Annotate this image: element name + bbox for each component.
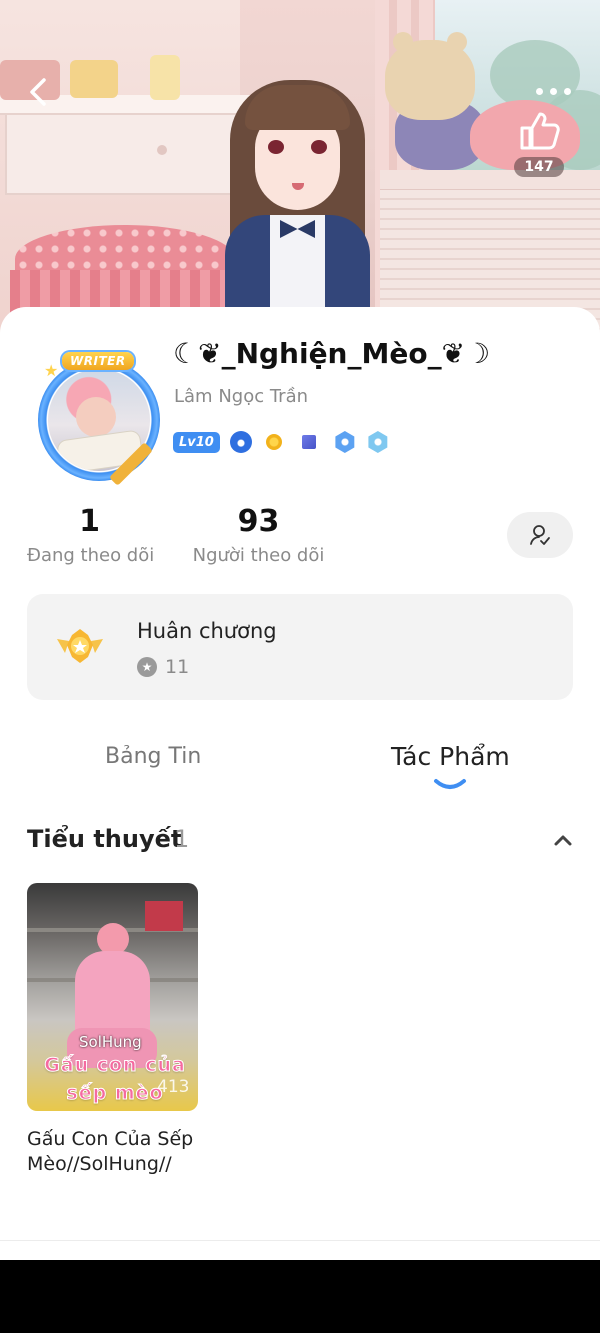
like-count: 147 xyxy=(514,157,564,177)
cover-dresser xyxy=(5,115,245,195)
divider xyxy=(0,1240,600,1241)
more-options-button[interactable] xyxy=(532,78,576,104)
cover-gift-box xyxy=(70,60,118,98)
active-tab-indicator xyxy=(434,779,466,789)
back-button[interactable] xyxy=(22,72,56,112)
star-circle-icon: ★ xyxy=(137,657,157,677)
drop-badge-icon[interactable] xyxy=(229,431,252,453)
section-title: Tiểu thuyết xyxy=(27,825,183,853)
dot-icon xyxy=(536,88,543,95)
section-count: 1 xyxy=(174,825,190,853)
writer-badge: WRITER xyxy=(62,352,134,370)
user-avatar[interactable]: ★ WRITER xyxy=(30,347,165,486)
level-badge[interactable]: Lv10 xyxy=(173,431,220,453)
cover-watermark: SolHung xyxy=(79,1033,142,1051)
dot-icon xyxy=(564,88,571,95)
following-count: 1 xyxy=(79,504,100,539)
followers-count: 93 xyxy=(237,504,280,539)
profile-card: ★ WRITER ☾❦_Nghiện_Mèo_❦☽ Lâm Ngọc Trần … xyxy=(0,307,600,1240)
dot-icon xyxy=(550,88,557,95)
cover-teddy-bear xyxy=(385,32,475,120)
book-title[interactable]: Gấu Con Của Sếp Mèo//SolHung// xyxy=(27,1127,227,1177)
real-name: Lâm Ngọc Trần xyxy=(174,386,309,407)
tab-works[interactable]: Tác Phẩm xyxy=(391,742,510,771)
follow-button[interactable] xyxy=(507,512,573,558)
chevron-left-icon xyxy=(30,78,46,106)
following-label: Đang theo dõi xyxy=(27,545,155,566)
medals-count-row: ★ 11 xyxy=(137,656,189,678)
badge-row: Lv10 xyxy=(173,431,400,453)
tab-feed[interactable]: Bảng Tin xyxy=(105,744,201,769)
followers-label: Người theo dõi xyxy=(192,545,325,566)
followers-stat[interactable]: 93 Người theo dõi xyxy=(192,504,325,567)
following-stat[interactable]: 1 Đang theo dõi xyxy=(27,504,155,567)
bottom-spacer xyxy=(0,1240,600,1260)
medals-count: 11 xyxy=(165,656,190,678)
like-button[interactable]: 147 xyxy=(510,108,568,183)
flag-badge-icon[interactable] xyxy=(301,435,316,449)
avatar-character xyxy=(215,70,380,340)
book-views: 413 xyxy=(157,1077,190,1097)
cover-brush-cup xyxy=(150,55,180,100)
coin-badge-icon[interactable] xyxy=(265,434,282,450)
hexagon-badge-icon[interactable] xyxy=(335,431,355,453)
star-icon: ★ xyxy=(44,361,59,380)
book-cover[interactable]: SolHung Gấu con của sếp mèo 413 xyxy=(27,883,198,1111)
system-nav-bar xyxy=(0,1260,600,1333)
medals-title: Huân chương xyxy=(137,619,277,643)
medal-icon xyxy=(57,629,103,663)
username: ☾❦_Nghiện_Mèo_❦☽ xyxy=(173,337,491,370)
thumbs-up-icon xyxy=(520,112,560,150)
star-hexagon-badge-icon[interactable] xyxy=(368,431,388,453)
chevron-up-icon[interactable] xyxy=(551,829,575,853)
user-check-icon xyxy=(530,525,550,545)
medals-card[interactable]: Huân chương ★ 11 xyxy=(27,594,573,700)
